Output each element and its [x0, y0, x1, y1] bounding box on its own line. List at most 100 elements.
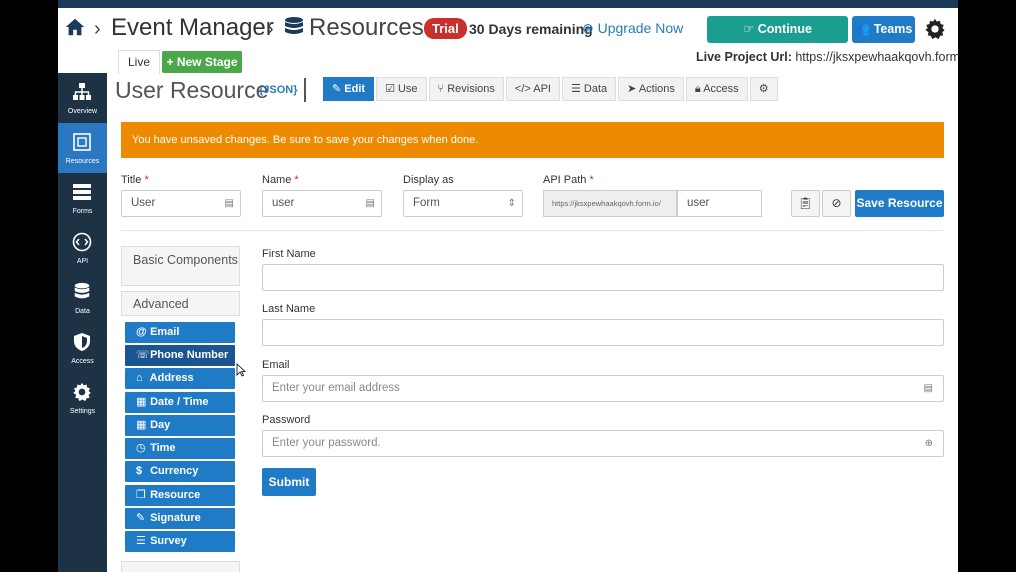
required-mark: *	[589, 174, 594, 186]
tab-use[interactable]: ☑ Use	[376, 77, 427, 101]
last-name-label: Last Name	[262, 303, 316, 315]
submit-button[interactable]: Submit	[262, 468, 316, 496]
name-value: user	[272, 197, 295, 209]
sidebar-item-label: Forms	[72, 208, 93, 215]
component-label: Email	[150, 326, 180, 338]
email-label: Email	[262, 359, 290, 371]
upgrade-label: Upgrade Now	[597, 20, 684, 36]
group-advanced[interactable]: Advanced	[121, 291, 240, 316]
trial-badge: Trial	[424, 18, 467, 39]
live-url-value[interactable]: https://jksxpewhaakqovh.form.io	[795, 50, 958, 64]
gear-icon[interactable]	[924, 18, 946, 40]
new-stage-button[interactable]: + New Stage	[162, 51, 242, 73]
component-address[interactable]: ⌂ Address	[125, 368, 235, 389]
mouse-cursor-icon	[236, 363, 246, 377]
component-date-time[interactable]: ▦ Date / Time	[125, 392, 235, 413]
dollar-icon: $	[136, 465, 143, 477]
unsaved-changes-alert: You have unsaved changes. Be sure to sav…	[121, 122, 944, 158]
continue-walkthrough-button[interactable]: ☞ Continue Walkthrough	[707, 16, 848, 63]
tab-revisions[interactable]: ⑂ Revisions	[428, 77, 504, 101]
send-icon: ➤	[627, 83, 639, 95]
component-phone-number[interactable]: ☏ Phone Number	[125, 345, 235, 366]
component-currency[interactable]: $ Currency	[125, 461, 235, 482]
ban-icon: ⊘	[831, 196, 842, 210]
password-placeholder: Enter your password.	[272, 437, 381, 449]
display-as-select[interactable]: Form ⇕	[403, 190, 523, 217]
tab-edit[interactable]: ✎ Edit	[323, 77, 375, 101]
forms-icon	[73, 184, 91, 200]
tab-settings[interactable]: ⚙	[749, 77, 778, 101]
api-path-input[interactable]: user	[677, 190, 762, 217]
first-name-input[interactable]	[262, 264, 944, 291]
group-basic-components[interactable]: Basic Components	[121, 246, 240, 286]
live-url-label: Live Project Url:	[696, 50, 792, 64]
save-resource-button[interactable]: Save Resource	[855, 190, 944, 217]
field-menu-icon: ▤	[923, 383, 933, 394]
section-title: Resources	[309, 14, 424, 41]
api-label-text: API Path	[543, 174, 587, 186]
resource-title: User Resource	[115, 77, 269, 103]
component-label: Time	[150, 442, 176, 454]
tab-label: API	[533, 83, 551, 95]
first-name-label: First Name	[262, 248, 316, 260]
select-arrows-icon: ⇕	[507, 198, 516, 209]
home-icon: ⌂	[136, 372, 143, 384]
sidebar-item-label: Data	[75, 308, 90, 315]
gear-icon	[73, 382, 91, 402]
calendar-icon: ▦	[136, 396, 147, 408]
component-resource[interactable]: ❐ Resource	[125, 485, 235, 506]
tab-access[interactable]: 🔒︎ Access	[685, 77, 748, 101]
resources-icon	[73, 133, 91, 151]
sidebar-item-label: Access	[71, 358, 94, 365]
tab-data[interactable]: ☰ Data	[561, 77, 617, 101]
sidebar-item-forms[interactable]: Forms	[58, 173, 107, 223]
home-icon[interactable]	[64, 16, 86, 38]
required-mark: *	[144, 174, 149, 186]
json-link[interactable]: {JSON}	[259, 84, 298, 96]
tab-api[interactable]: </> API	[505, 77, 560, 101]
edit-icon: ✎	[332, 83, 345, 95]
sidebar-item-settings[interactable]: Settings	[58, 373, 107, 423]
password-label: Password	[262, 414, 311, 426]
teams-button[interactable]: 👥 Teams	[852, 16, 915, 43]
sidebar-item-resources[interactable]: Resources	[58, 123, 107, 173]
component-survey[interactable]: ☰ Survey	[125, 531, 235, 552]
project-title[interactable]: Event Manager	[111, 14, 274, 42]
breadcrumb-separator: ›	[94, 18, 101, 40]
component-day[interactable]: ▦ Day	[125, 415, 235, 436]
teams-label: Teams	[873, 22, 913, 36]
letterbox-left	[0, 0, 58, 572]
days-remaining: 30 Days remaining	[469, 21, 593, 37]
tab-actions[interactable]: ➤ Actions	[618, 77, 684, 101]
copy-button[interactable]: 📋︎	[791, 190, 820, 217]
days-remaining-text: 30 Days remaining	[469, 21, 593, 37]
component-signature[interactable]: ✎ Signature	[125, 508, 235, 529]
component-email[interactable]: @ Email	[125, 322, 235, 343]
sidebar-item-access[interactable]: Access	[58, 323, 107, 373]
upgrade-icon: ⊕	[582, 20, 598, 36]
tab-label: Actions	[638, 83, 675, 95]
key-icon: ⊕	[924, 438, 933, 449]
sidebar-item-api[interactable]: API	[58, 223, 107, 273]
api-path-prefix: https://jksxpewhaakqovh.form.io/	[543, 190, 677, 217]
tab-label: Data	[583, 83, 608, 95]
sidebar-item-label: Resources	[65, 158, 100, 165]
paste-icon: 📋︎	[797, 196, 814, 210]
upgrade-link[interactable]: ⊕ Upgrade Now	[582, 20, 683, 37]
database-icon: ☰	[570, 83, 584, 95]
title-value: User	[131, 197, 156, 209]
app-window: › Event Manager › Resources Trial 30 Day…	[58, 8, 958, 572]
component-label: Currency	[150, 465, 199, 477]
sidebar-item-label: API	[76, 258, 89, 265]
email-input[interactable]: Enter your email address ▤	[262, 375, 944, 402]
name-input[interactable]: user ▤	[262, 190, 382, 217]
title-input[interactable]: User ▤	[121, 190, 241, 217]
sidebar-item-overview[interactable]: Overview	[58, 73, 107, 123]
cancel-button[interactable]: ⊘	[822, 190, 851, 217]
component-time[interactable]: ◷ Time	[125, 438, 235, 459]
group-collapsed[interactable]	[121, 561, 240, 572]
password-input[interactable]: Enter your password. ⊕	[262, 430, 944, 457]
last-name-input[interactable]	[262, 319, 944, 346]
stage-tab-live[interactable]: Live	[118, 50, 160, 74]
sidebar-item-data[interactable]: Data	[58, 273, 107, 323]
